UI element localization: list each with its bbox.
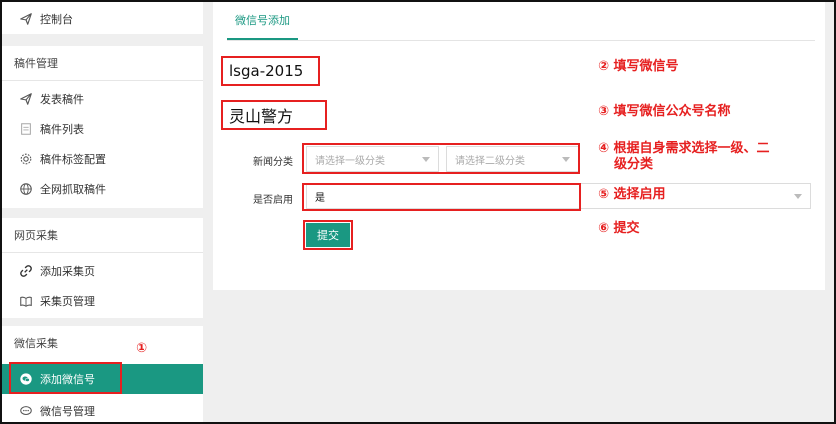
sidebar-section-title: 微信采集: [14, 337, 58, 350]
gear-icon: [18, 151, 34, 167]
sidebar-section-articles: 稿件管理 发表稿件 稿件列表 稿件标签配置 全网抓取稿件: [2, 46, 203, 208]
book-icon: [18, 293, 34, 309]
sidebar-item-label: 发表稿件: [40, 93, 84, 106]
sidebar-item-tag-config[interactable]: 稿件标签配置: [2, 144, 203, 174]
sidebar-item-label: 采集页管理: [40, 295, 95, 308]
sidebar-item-collect-page-manage[interactable]: 采集页管理: [2, 286, 203, 316]
link-icon: [18, 263, 34, 279]
chevron-down-icon: [794, 194, 802, 199]
sidebar-item-wechat-manage[interactable]: 微信号管理: [2, 396, 203, 424]
sidebar-section-title: 网页采集: [14, 229, 58, 242]
send-icon: [18, 91, 34, 107]
category-label: 新闻分类: [253, 157, 293, 168]
annotation-step1: ①: [136, 341, 148, 356]
select-placeholder: 请选择一级分类: [315, 155, 385, 167]
sidebar-item-label: 微信号管理: [40, 405, 95, 418]
document-icon: [18, 121, 34, 137]
sidebar-item-article-list[interactable]: 稿件列表: [2, 114, 203, 144]
account-name-field[interactable]: 灵山警方: [221, 100, 327, 130]
annotation-step4-line2: 级分类: [614, 157, 654, 172]
chevron-down-icon: [562, 157, 570, 162]
sidebar-top-block: 控制台: [2, 2, 203, 34]
sidebar-item-add-collect-page[interactable]: 添加采集页: [2, 256, 203, 286]
sidebar-section-wechat-collect: 微信采集 添加微信号 微信号管理: [2, 326, 203, 422]
sidebar-section-web-collect: 网页采集 添加采集页 采集页管理: [2, 218, 203, 318]
wechat-id-field[interactable]: lsga-2015: [221, 56, 320, 86]
enable-select[interactable]: 是: [306, 183, 811, 209]
sidebar-item-publish-article[interactable]: 发表稿件: [2, 84, 203, 114]
sidebar-divider: [2, 252, 203, 253]
sidebar-item-label: 全网抓取稿件: [40, 183, 106, 196]
annotation-step5: ⑤ 选择启用: [598, 187, 666, 202]
category-level1-select[interactable]: 请选择一级分类: [306, 146, 439, 172]
globe-icon: [18, 181, 34, 197]
sidebar-divider: [2, 80, 203, 81]
sidebar-item-label: 添加采集页: [40, 265, 95, 278]
sidebar-item-label: 控制台: [40, 13, 73, 26]
annotation-step2: ② 填写微信号: [598, 59, 679, 74]
chevron-down-icon: [422, 157, 430, 162]
category-level2-select[interactable]: 请选择二级分类: [446, 146, 579, 172]
sidebar-item-label: 添加微信号: [40, 373, 95, 386]
tab-underline: [227, 40, 815, 41]
sidebar-item-add-wechat[interactable]: 添加微信号: [2, 364, 203, 394]
enable-label: 是否启用: [253, 195, 293, 206]
select-value: 是: [315, 192, 325, 204]
wechat-icon: [18, 371, 34, 387]
sidebar-item-label: 稿件列表: [40, 123, 84, 136]
send-icon: [18, 11, 34, 27]
sidebar-item-crawl-articles[interactable]: 全网抓取稿件: [2, 174, 203, 204]
sidebar-item-label: 稿件标签配置: [40, 153, 106, 166]
sidebar: 控制台 稿件管理 发表稿件 稿件列表 稿件标签配置 全网抓取稿件 网页采集 添加…: [2, 2, 203, 422]
annotation-step4-line1: ④ 根据自身需求选择一级、二: [598, 141, 770, 156]
select-placeholder: 请选择二级分类: [455, 155, 525, 167]
annotation-step3: ③ 填写微信公众号名称: [598, 104, 731, 119]
chat-icon: [18, 403, 34, 419]
annotation-step6: ⑥ 提交: [598, 221, 640, 236]
sidebar-item-dashboard[interactable]: 控制台: [2, 4, 203, 34]
tab-add-wechat[interactable]: 微信号添加: [227, 2, 298, 40]
sidebar-section-title: 稿件管理: [14, 57, 58, 70]
submit-button[interactable]: 提交: [306, 223, 350, 247]
